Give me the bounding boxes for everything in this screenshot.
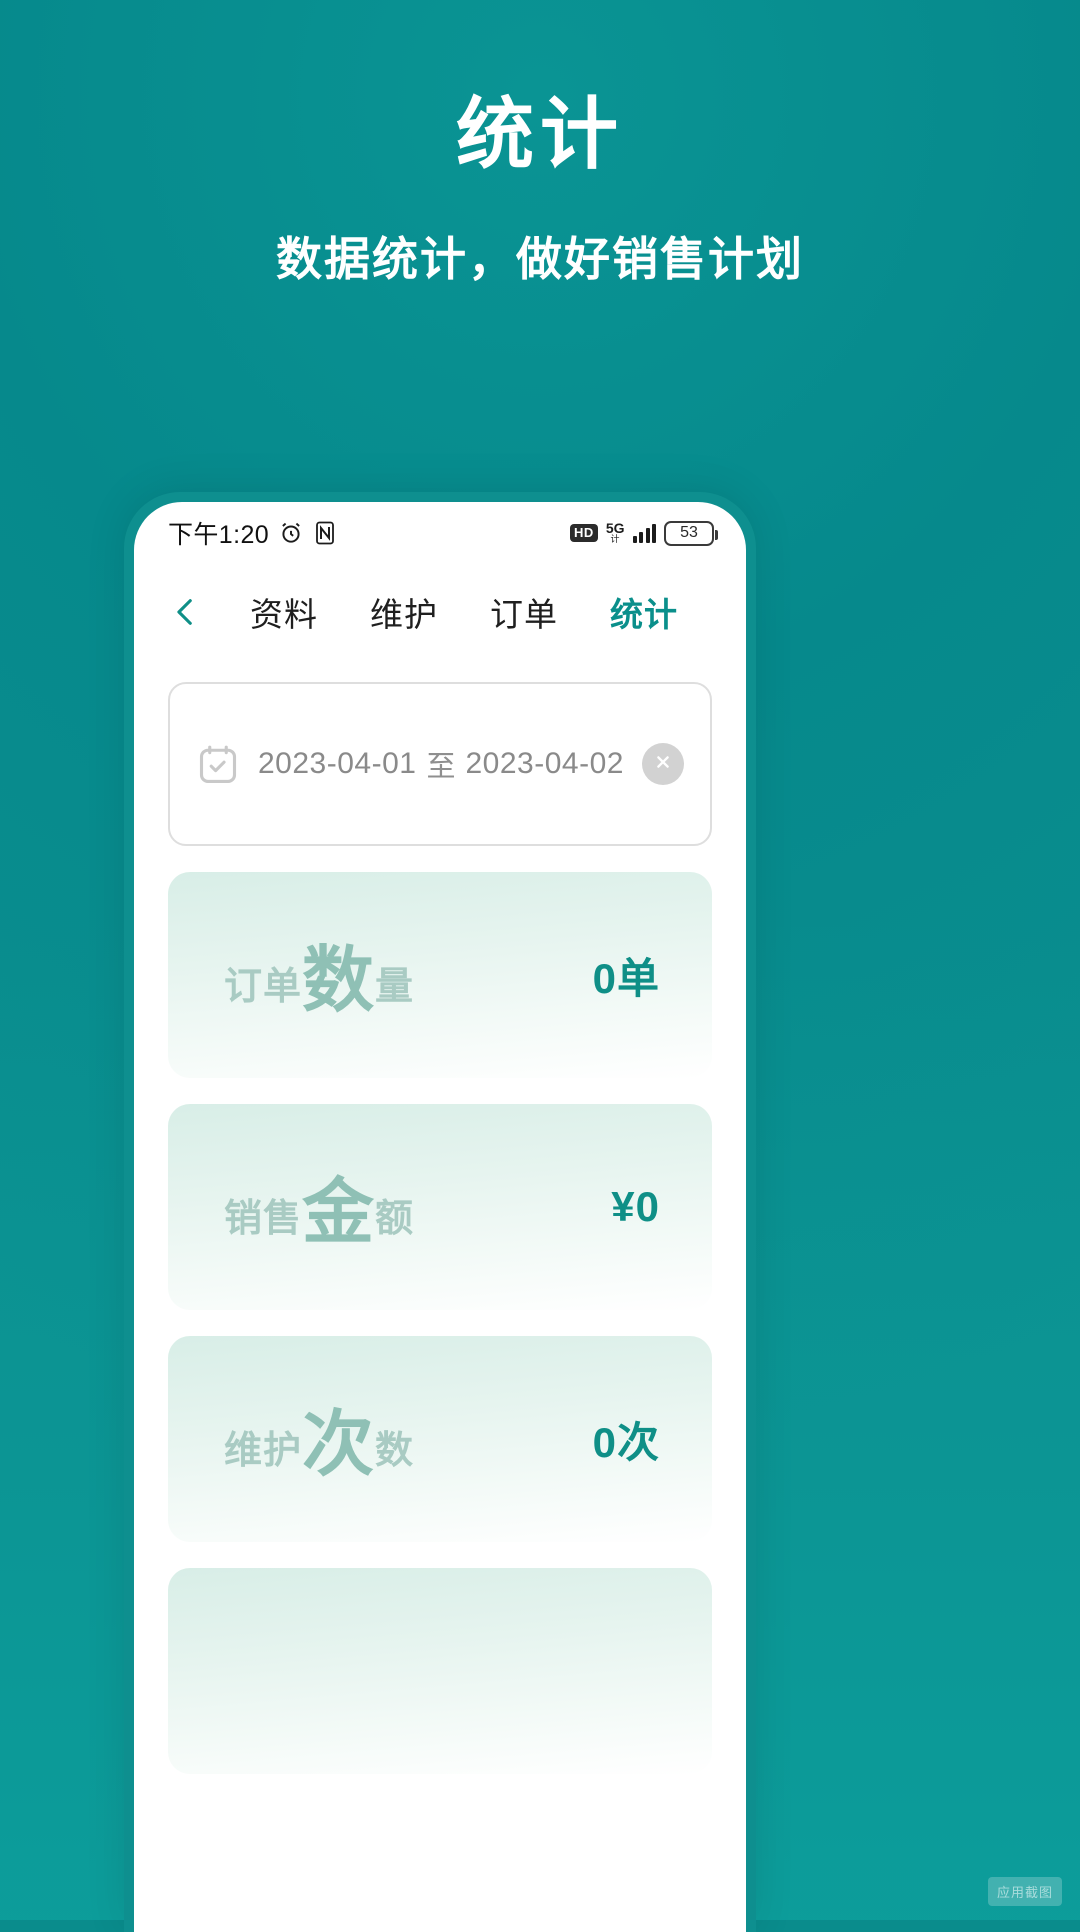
stat-card-order-count[interactable]: 订单 数 量 0单: [168, 872, 712, 1078]
nfc-icon: [313, 520, 337, 546]
stat-label-suffix: 额: [375, 1197, 415, 1240]
signal-bars-icon: [632, 523, 656, 543]
stat-label-prefix: 维护: [224, 1429, 303, 1472]
tab-bar: 资料 维护 订单 统计: [214, 584, 720, 640]
tab-weihu[interactable]: 维护: [364, 584, 444, 640]
stat-label: 订单 数 量: [224, 941, 415, 1016]
status-bar-left: 下午1:20: [168, 515, 337, 551]
network-indicator: 5G 计: [606, 521, 625, 545]
date-separator: 至: [426, 751, 456, 783]
back-button[interactable]: [158, 584, 214, 640]
content-area: 2023-04-01 至 2023-04-02 订单 数 量 0单 销售 金 额…: [134, 660, 746, 1932]
date-fields: 2023-04-01 至 2023-04-02: [240, 743, 642, 785]
stat-card-partial[interactable]: [168, 1568, 712, 1774]
battery-level: 53: [680, 524, 698, 541]
stat-card-sales-amount[interactable]: 销售 金 额 ¥0: [168, 1104, 712, 1310]
tab-tongji[interactable]: 统计: [604, 584, 684, 640]
stat-label-prefix: 订单: [224, 965, 303, 1008]
phone-screen: 下午1:20 HD 5G 计 53 资料 维护 订单 统计 2023-04-01…: [134, 502, 746, 1932]
phone-mockup: 下午1:20 HD 5G 计 53 资料 维护 订单 统计 2023-04-01…: [124, 492, 756, 1932]
clear-date-button[interactable]: [642, 743, 684, 785]
status-time: 下午1:20: [168, 521, 270, 549]
chevron-left-icon: [169, 595, 203, 629]
stat-label-suffix: 量: [375, 965, 415, 1008]
stat-label: 维护 次 数: [224, 1405, 415, 1480]
stat-label-suffix: 数: [375, 1429, 415, 1472]
calendar-check-icon: [196, 742, 240, 786]
navigation-bar: 资料 维护 订单 统计: [134, 564, 746, 660]
stat-label-accent: 数: [302, 940, 376, 1021]
page-subtitle: 数据统计，做好销售计划: [276, 233, 804, 285]
stat-value: 0单: [592, 954, 660, 1002]
tab-ziliao[interactable]: 资料: [244, 584, 324, 640]
close-circle-icon: [652, 751, 674, 778]
battery-indicator: 53: [664, 520, 718, 546]
end-date-field[interactable]: 2023-04-02: [465, 747, 623, 781]
alarm-clock-icon: [278, 520, 304, 546]
stat-value: 0次: [592, 1418, 660, 1466]
stat-label: 销售 金 额: [224, 1173, 415, 1248]
network-label: 5G: [605, 520, 625, 536]
start-date-field[interactable]: 2023-04-01: [258, 747, 416, 781]
stat-label-accent: 金: [302, 1172, 376, 1253]
stat-label-prefix: 销售: [224, 1197, 303, 1240]
stat-card-maintenance-count[interactable]: 维护 次 数 0次: [168, 1336, 712, 1542]
date-range-picker[interactable]: 2023-04-01 至 2023-04-02: [168, 682, 712, 846]
status-bar-right: HD 5G 计 53: [570, 520, 718, 546]
page-title: 统计: [455, 90, 624, 178]
hd-badge: HD: [570, 524, 598, 542]
watermark: 应用截图: [987, 1877, 1062, 1906]
network-sub-label: 计: [610, 534, 620, 545]
stat-label-accent: 次: [302, 1404, 376, 1485]
tab-dingdan[interactable]: 订单: [484, 584, 564, 640]
status-bar: 下午1:20 HD 5G 计 53: [134, 502, 746, 564]
stat-value: ¥0: [611, 1183, 660, 1230]
